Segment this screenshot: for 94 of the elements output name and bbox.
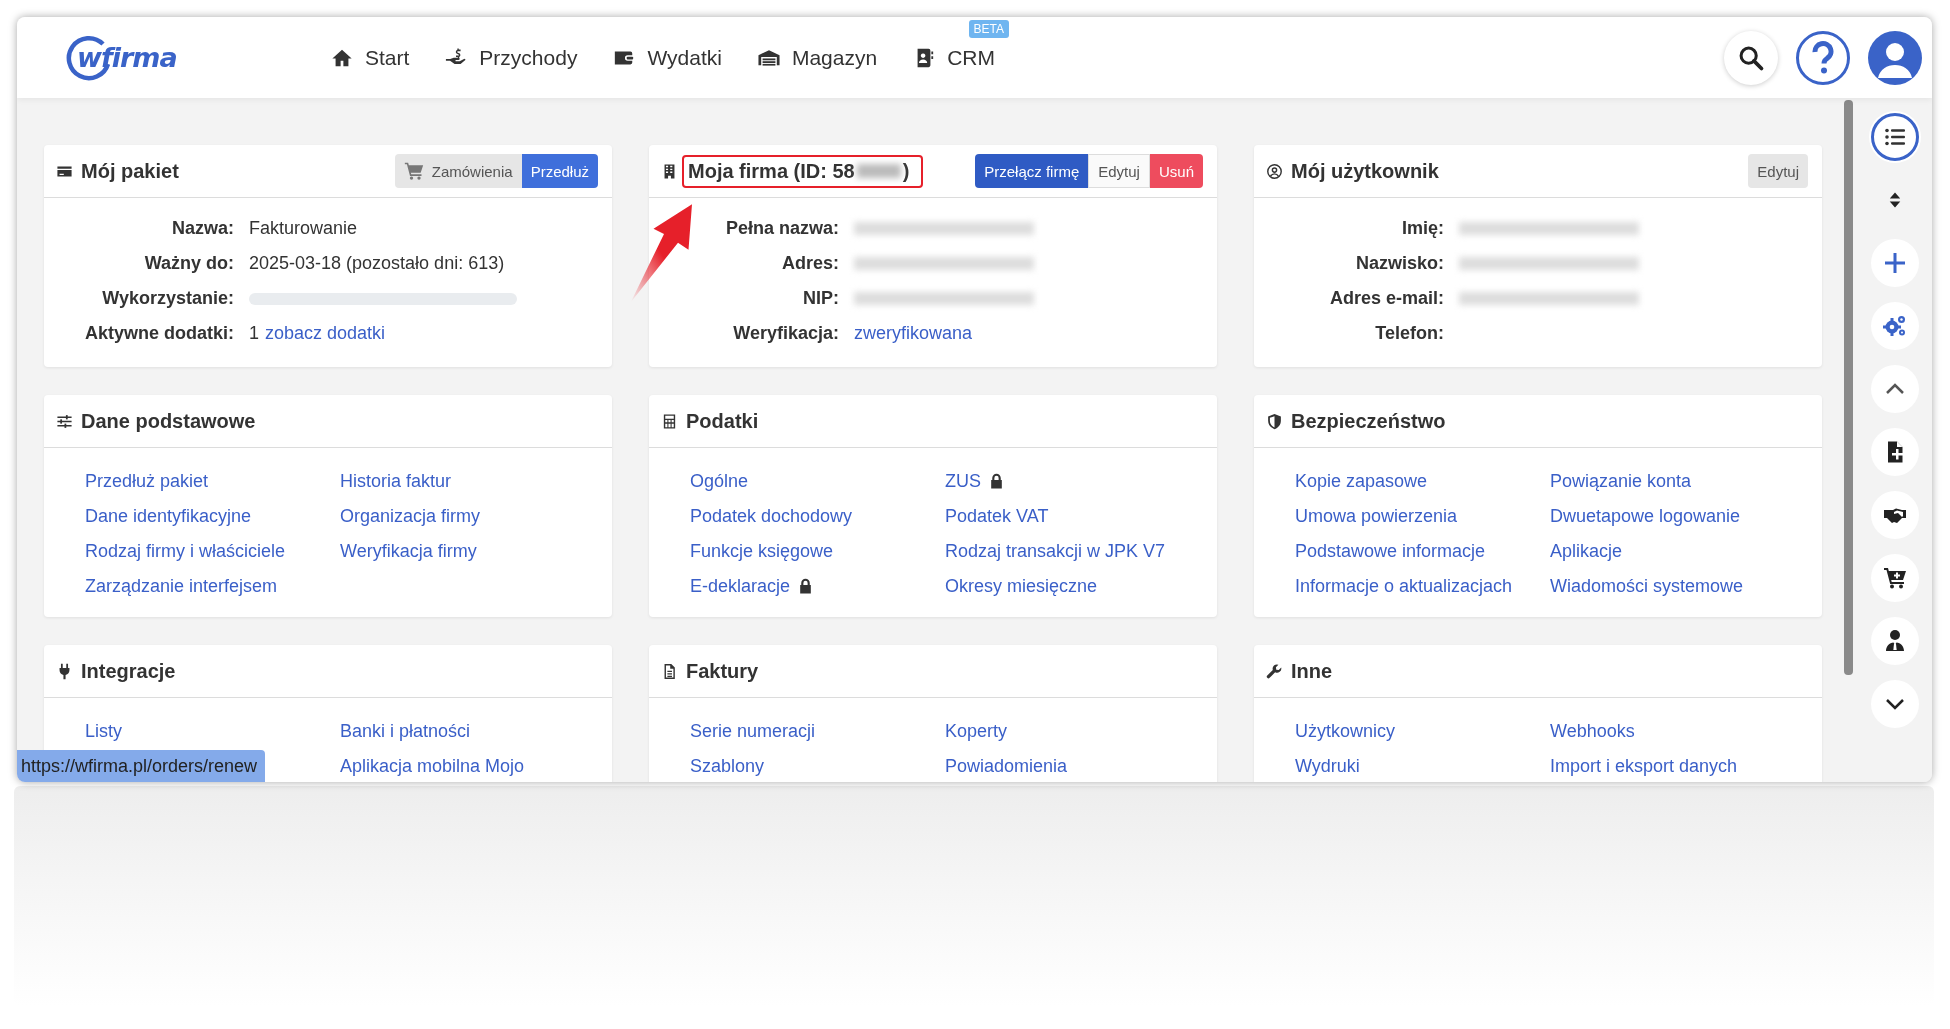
user-circle-icon bbox=[1266, 162, 1283, 180]
field-label: Aktywne dodatki: bbox=[83, 322, 234, 345]
settings-link[interactable]: Dwuetapowe logowanie bbox=[1550, 506, 1741, 527]
card-title: Integracje bbox=[81, 659, 176, 683]
user-tie-icon bbox=[1883, 629, 1907, 653]
field-label: Adres e-mail: bbox=[1328, 287, 1444, 310]
settings-link[interactable]: Okresy miesięczne bbox=[945, 576, 1098, 597]
user-avatar-button[interactable] bbox=[1868, 30, 1922, 85]
settings-link[interactable]: Dane identyfikacyjne bbox=[85, 506, 252, 527]
plus-icon bbox=[1883, 251, 1907, 275]
wrench-icon bbox=[1266, 662, 1283, 680]
card-title: Dane podstawowe bbox=[81, 409, 256, 433]
field-value: 1 bbox=[249, 323, 259, 344]
card-title: Bezpieczeństwo bbox=[1291, 409, 1446, 433]
settings-link[interactable]: Koperty bbox=[945, 721, 1008, 742]
field-label: Adres: bbox=[781, 252, 839, 275]
settings-link[interactable]: Podatek dochodowy bbox=[690, 506, 853, 527]
card-title: Mój użytkownik bbox=[1291, 159, 1439, 183]
settings-link[interactable]: Podatek VAT bbox=[945, 506, 1049, 527]
nav-link[interactable]: Magazyn bbox=[757, 45, 878, 70]
settings-link[interactable]: Webhooks bbox=[1550, 721, 1635, 742]
search-button[interactable] bbox=[1724, 30, 1778, 85]
field-label: Telefon: bbox=[1374, 322, 1444, 345]
card-action-button[interactable]: Edytuj bbox=[1088, 154, 1150, 188]
settings-link[interactable]: Aplikacje bbox=[1550, 541, 1623, 562]
card-title: Moja firma (ID: 58 ) bbox=[682, 154, 924, 188]
delete-button[interactable]: Usuń bbox=[1149, 154, 1203, 188]
card-title: Podatki bbox=[686, 409, 759, 433]
nav-link[interactable]: Start bbox=[331, 45, 410, 70]
logo[interactable]: wfirma bbox=[65, 33, 189, 82]
field-label: Weryfikacja: bbox=[732, 322, 839, 345]
field-label: Ważny do: bbox=[143, 252, 234, 275]
settings-link[interactable]: Zarządzanie interfejsem bbox=[85, 576, 278, 597]
settings-link[interactable]: E-deklaracje bbox=[690, 576, 791, 597]
settings-link[interactable]: Weryfikacja firmy bbox=[340, 541, 477, 562]
settings-link[interactable]: Serie numeracji bbox=[690, 721, 816, 742]
settings-link[interactable]: Banki i płatności bbox=[340, 721, 471, 742]
sidebar-button[interactable] bbox=[1871, 428, 1919, 476]
nav-link[interactable]: CRM bbox=[913, 45, 995, 70]
settings-link[interactable]: Aplikacja mobilna Mojo bbox=[340, 756, 525, 777]
field-label: Nazwisko: bbox=[1354, 252, 1444, 275]
card-title: Faktury bbox=[686, 659, 759, 683]
settings-link[interactable]: Kopie zapasowe bbox=[1295, 471, 1428, 492]
card-title: Mój pakiet bbox=[81, 159, 179, 183]
field-label: NIP: bbox=[802, 287, 839, 310]
settings-link[interactable]: Organizacja firmy bbox=[340, 506, 481, 527]
cart-icon bbox=[403, 161, 424, 181]
field-link[interactable]: zobacz dodatki bbox=[265, 323, 386, 344]
settings-link[interactable]: Listy bbox=[85, 721, 122, 742]
settings-link[interactable]: Użytkownicy bbox=[1295, 721, 1396, 742]
gears-icon bbox=[1883, 314, 1907, 338]
sliders-icon bbox=[56, 412, 73, 430]
field-label: Nazwa: bbox=[171, 217, 234, 240]
status-url: https://wfirma.pl/orders/renew bbox=[17, 750, 266, 782]
question-mark-icon bbox=[1810, 40, 1836, 75]
field-link[interactable]: zweryfikowana bbox=[854, 323, 973, 344]
settings-link[interactable]: Szablony bbox=[690, 756, 765, 777]
nav-link[interactable]: Wydatki bbox=[613, 45, 722, 70]
shield-icon bbox=[1266, 412, 1283, 430]
scrollbar-thumb[interactable] bbox=[1844, 100, 1853, 675]
cart-plus-icon bbox=[1883, 566, 1907, 590]
calculator-icon bbox=[661, 412, 678, 430]
settings-link[interactable]: ZUS bbox=[945, 471, 981, 492]
settings-link[interactable]: Powiadomienia bbox=[945, 756, 1068, 777]
settings-link[interactable]: Funkcje księgowe bbox=[690, 541, 834, 562]
card-action-button[interactable]: Zamówienia bbox=[394, 154, 522, 188]
settings-link[interactable]: Przedłuż pakiet bbox=[85, 471, 209, 492]
settings-link[interactable]: Informacje o aktualizacjach bbox=[1295, 576, 1513, 597]
settings-link[interactable]: Wydruki bbox=[1295, 756, 1360, 777]
settings-link[interactable]: Powiązanie konta bbox=[1550, 471, 1692, 492]
field-label: Wykorzystanie: bbox=[101, 287, 234, 310]
settings-link[interactable]: Ogólne bbox=[690, 471, 749, 492]
field-value: Fakturowanie bbox=[249, 218, 358, 239]
field-label: Imię: bbox=[1401, 217, 1444, 240]
card-action-button[interactable]: Przedłuż bbox=[521, 154, 598, 188]
card-title: Inne bbox=[1291, 659, 1333, 683]
nav-link[interactable]: Przychody bbox=[445, 45, 578, 70]
field-label: Pełna nazwa: bbox=[724, 217, 839, 240]
settings-link[interactable]: Podstawowe informacje bbox=[1295, 541, 1486, 562]
settings-link[interactable]: Historia faktur bbox=[340, 471, 452, 492]
sidebar-button[interactable] bbox=[1871, 491, 1919, 539]
settings-link[interactable]: Import i eksport danych bbox=[1550, 756, 1738, 777]
sidebar-button[interactable] bbox=[1871, 554, 1919, 602]
settings-link[interactable]: Umowa powierzenia bbox=[1295, 506, 1458, 527]
sidebar-button[interactable] bbox=[1871, 113, 1919, 161]
card-action-button[interactable]: Przełącz firmę bbox=[975, 154, 1089, 188]
settings-link[interactable]: Wiadomości systemowe bbox=[1550, 576, 1744, 597]
settings-link[interactable]: Rodzaj firmy i właściciele bbox=[85, 541, 286, 562]
settings-link[interactable]: Rodzaj transakcji w JPK V7 bbox=[945, 541, 1166, 562]
card-action-button[interactable]: Edytuj bbox=[1748, 154, 1808, 188]
help-button[interactable] bbox=[1796, 30, 1850, 85]
sidebar-button[interactable] bbox=[1871, 617, 1919, 665]
field-value: 2025-03-18 (pozostało dni: 613) bbox=[249, 253, 505, 274]
beta-badge: BETA bbox=[968, 19, 1009, 38]
